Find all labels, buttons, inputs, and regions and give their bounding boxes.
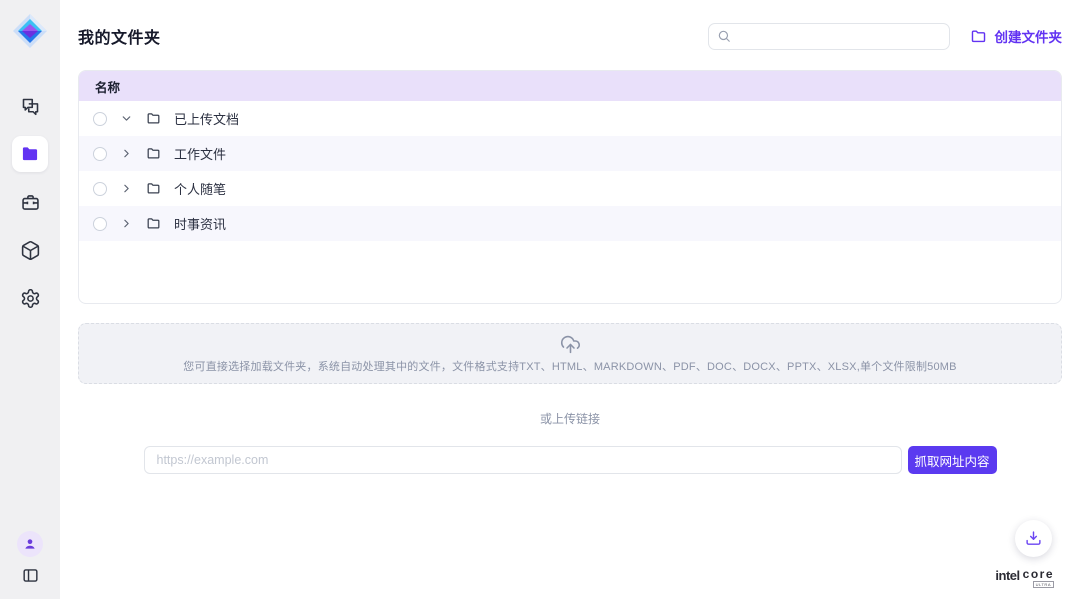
- download-icon: [1025, 530, 1042, 547]
- user-avatar[interactable]: [17, 531, 43, 557]
- folder-outline-icon: [146, 111, 161, 126]
- toolbox-icon: [20, 192, 41, 213]
- panel-toggle-icon: [21, 566, 40, 585]
- diamond-logo-icon: [10, 11, 50, 51]
- table-row-news[interactable]: 时事资讯: [79, 206, 1061, 241]
- sidebar: [0, 0, 60, 599]
- search-icon: [717, 29, 731, 43]
- folder-row-label[interactable]: 工作文件: [174, 144, 226, 163]
- row-checkbox[interactable]: [93, 217, 107, 231]
- fetch-url-button[interactable]: 抓取网址内容: [908, 446, 997, 474]
- folder-row-label[interactable]: 已上传文档: [174, 109, 239, 128]
- chevron-down-icon[interactable]: [120, 112, 133, 125]
- folder-outline-icon: [146, 181, 161, 196]
- create-folder-label: 创建文件夹: [995, 26, 1063, 46]
- upload-hint-text: 您可直接选择加载文件夹，系统自动处理其中的文件，文件格式支持TXT、HTML、M…: [183, 358, 956, 374]
- settings-gear-icon: [20, 288, 41, 309]
- chevron-right-icon[interactable]: [120, 182, 133, 195]
- sidebar-item-package[interactable]: [12, 232, 48, 268]
- table-row-work-files[interactable]: 工作文件: [79, 136, 1061, 171]
- ultra-badge: ULTRA: [1033, 581, 1054, 588]
- user-icon: [23, 537, 37, 551]
- folder-table: 名称 已上传文档 工作文件: [78, 70, 1062, 304]
- url-input[interactable]: [144, 446, 902, 474]
- row-checkbox[interactable]: [93, 112, 107, 126]
- upload-dropzone[interactable]: 您可直接选择加载文件夹，系统自动处理其中的文件，文件格式支持TXT、HTML、M…: [78, 323, 1062, 384]
- app-logo: [9, 10, 51, 52]
- folder-row-label[interactable]: 时事资讯: [174, 214, 226, 233]
- folder-outline-icon: [146, 216, 161, 231]
- table-row-personal-notes[interactable]: 个人随笔: [79, 171, 1061, 206]
- chat-icon: [20, 96, 41, 117]
- intel-core-logo: intel core ULTRA: [995, 568, 1054, 588]
- folder-plus-icon: [970, 28, 987, 45]
- table-header-name: 名称: [79, 71, 1061, 101]
- chevron-right-icon[interactable]: [120, 217, 133, 230]
- sidebar-item-folders[interactable]: [12, 136, 48, 172]
- url-upload-row: 抓取网址内容: [78, 446, 1062, 474]
- row-checkbox[interactable]: [93, 147, 107, 161]
- sidebar-item-toolbox[interactable]: [12, 184, 48, 220]
- sidebar-bottom: [17, 531, 43, 585]
- sidebar-item-settings[interactable]: [12, 280, 48, 316]
- row-checkbox[interactable]: [93, 182, 107, 196]
- download-fab-button[interactable]: [1015, 520, 1052, 557]
- create-folder-button[interactable]: 创建文件夹: [970, 26, 1063, 46]
- folder-outline-icon: [146, 146, 161, 161]
- package-icon: [20, 240, 41, 261]
- main-content: 我的文件夹 创建文件夹 名称 已上传文档: [60, 0, 1080, 599]
- sidebar-item-chat[interactable]: [12, 88, 48, 124]
- chevron-right-icon[interactable]: [120, 147, 133, 160]
- search-input[interactable]: [737, 29, 941, 43]
- topbar: 我的文件夹 创建文件夹: [78, 22, 1062, 50]
- panel-toggle-button[interactable]: [21, 566, 40, 585]
- sidebar-nav: [12, 88, 48, 316]
- intel-wordmark: intel: [995, 568, 1019, 583]
- or-upload-link-label: 或上传链接: [78, 410, 1062, 427]
- search-box[interactable]: [708, 23, 950, 50]
- folder-icon: [20, 144, 40, 164]
- cloud-upload-icon: [560, 334, 581, 355]
- core-wordmark: core: [1023, 568, 1054, 580]
- page-title: 我的文件夹: [78, 24, 161, 48]
- folder-row-label[interactable]: 个人随笔: [174, 179, 226, 198]
- table-row-uploaded-docs[interactable]: 已上传文档: [79, 101, 1061, 136]
